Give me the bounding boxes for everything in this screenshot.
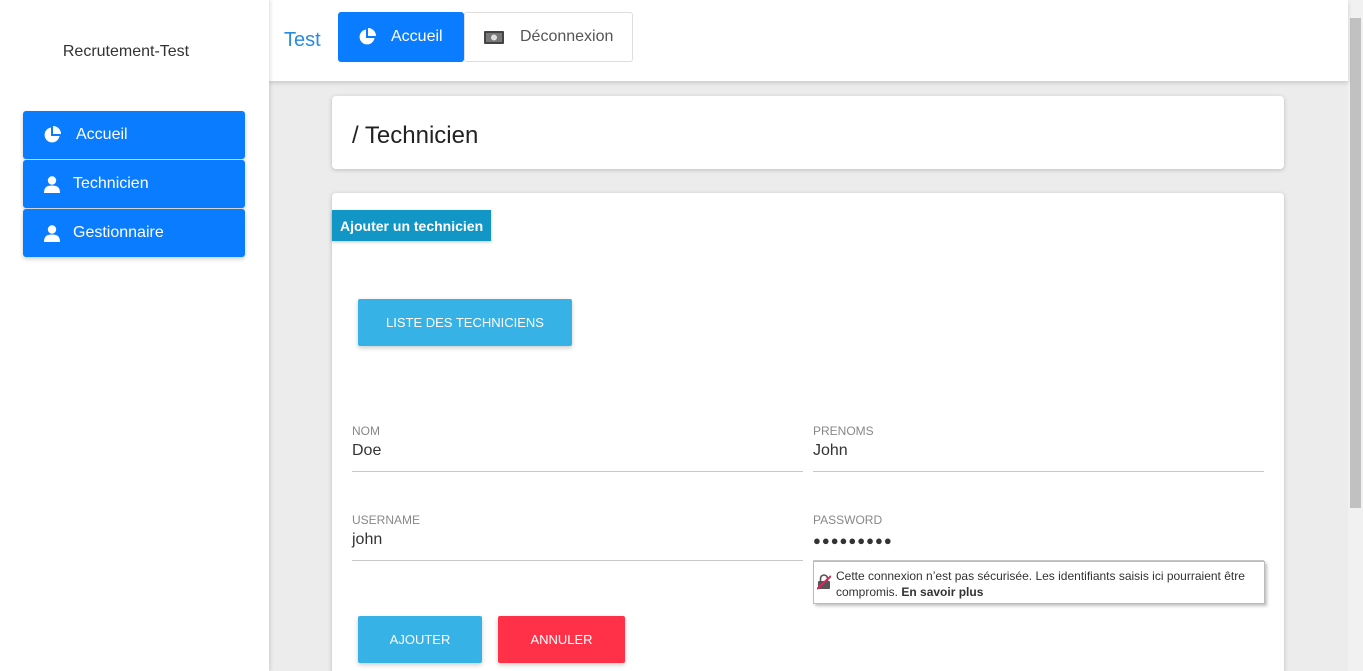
warning-message: Cette connexion n’est pas sécurisée. Les… [836,569,1245,599]
app-title[interactable]: Test [284,29,321,52]
username-input[interactable]: john [352,531,382,549]
sidebar-item-label: Accueil [76,126,128,143]
tab-label: Accueil [391,28,443,45]
nom-input[interactable]: Doe [352,442,381,460]
money-icon [484,30,504,44]
pie-chart-icon [42,125,62,145]
password-input[interactable]: ●●●●●●●●● [813,533,893,548]
password-label: PASSWORD [813,513,883,527]
tab-accueil[interactable]: Accueil [338,12,464,62]
tab-label: Déconnexion [520,28,614,45]
insecure-lock-icon [816,574,832,590]
insecure-login-warning: Cette connexion n’est pas sécurisée. Les… [813,561,1265,604]
prenoms-label: PRENOMS [813,424,874,438]
form-title-badge: Ajouter un technicien [332,210,492,241]
technician-list-button[interactable]: LISTE DES TECHNICIENS [358,299,572,346]
nom-label: NOM [352,424,380,438]
prenoms-input[interactable]: John [813,442,848,460]
page-scrollbar[interactable] [1348,0,1363,671]
breadcrumb-card: / Technicien [332,96,1284,169]
top-navbar: Test Accueil Déconnexion [269,0,1348,81]
sidebar-item-technicien[interactable]: Technicien [23,160,245,208]
sidebar-item-accueil[interactable]: Accueil [23,111,245,159]
sidebar-item-label: Gestionnaire [73,224,164,241]
cancel-button[interactable]: ANNULER [498,616,625,663]
learn-more-link[interactable]: En savoir plus [901,585,983,599]
password-field[interactable]: PASSWORD ●●●●●●●●● [813,513,1264,561]
user-icon [42,223,62,243]
brand-title: Recrutement-Test [62,43,190,60]
breadcrumb: / Technicien [352,122,479,149]
warning-text: Cette connexion n’est pas sécurisée. Les… [836,568,1258,600]
tab-deconnexion[interactable]: Déconnexion [464,12,633,62]
sidebar: Recrutement-Test Accueil Technicien Gest… [0,0,269,671]
nom-field[interactable]: NOM Doe [352,424,803,472]
user-icon [42,174,62,194]
pie-chart-icon [358,28,376,46]
sidebar-item-gestionnaire[interactable]: Gestionnaire [23,209,245,257]
add-button[interactable]: AJOUTER [358,616,482,663]
sidebar-item-label: Technicien [73,175,149,192]
username-label: USERNAME [352,513,421,527]
prenoms-field[interactable]: PRENOMS John [813,424,1264,472]
scrollbar-thumb[interactable] [1350,18,1361,508]
username-field[interactable]: USERNAME john [352,513,803,561]
